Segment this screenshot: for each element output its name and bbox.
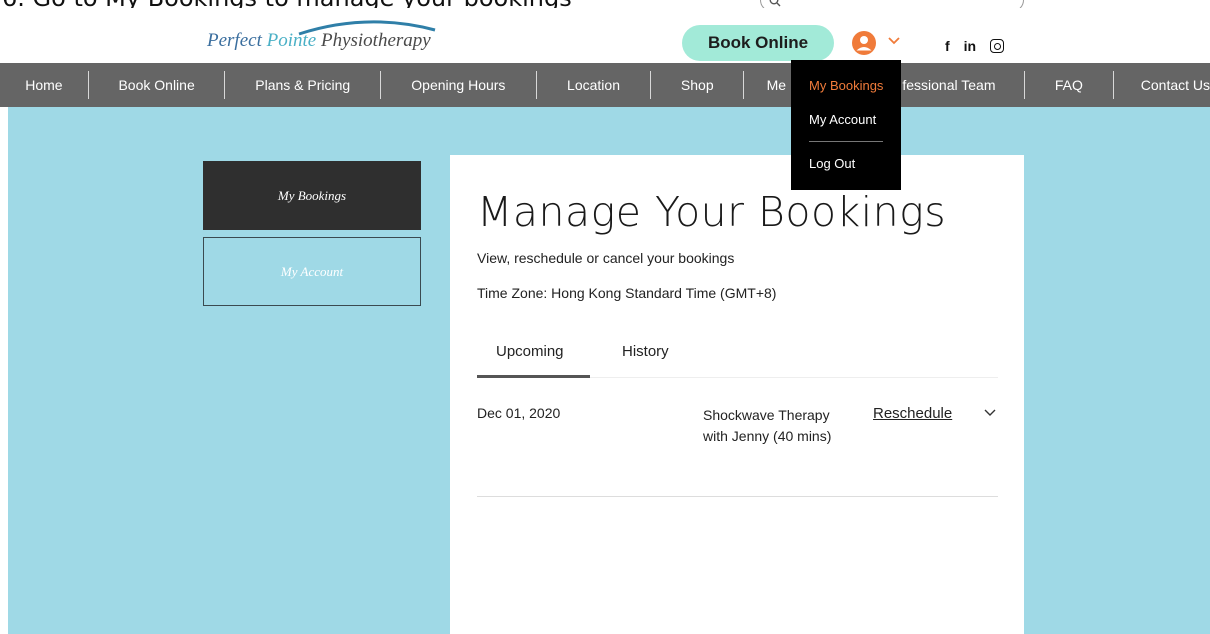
- nav-faq[interactable]: FAQ: [1025, 63, 1114, 107]
- tab-upcoming[interactable]: Upcoming: [496, 343, 564, 360]
- user-avatar-icon: [852, 31, 876, 55]
- active-tab-indicator: [477, 375, 590, 378]
- nav-shop[interactable]: Shop: [651, 63, 743, 107]
- dropdown-log-out[interactable]: Log Out: [809, 156, 855, 171]
- nav-opening-hours[interactable]: Opening Hours: [381, 63, 536, 107]
- nav-home[interactable]: Home: [0, 63, 88, 107]
- linkedin-icon[interactable]: in: [964, 37, 976, 55]
- main-navigation: Home Book Online Plans & Pricing Opening…: [0, 63, 1210, 107]
- instruction-text: 6. Go to My Bookings to manage your book…: [0, 0, 1210, 8]
- instagram-icon[interactable]: [990, 39, 1005, 53]
- dropdown-divider: [809, 141, 883, 142]
- sidebar-my-account[interactable]: My Account: [203, 237, 421, 306]
- nav-contact-us[interactable]: Contact Us: [1114, 63, 1210, 107]
- tab-history[interactable]: History: [622, 343, 669, 360]
- nav-plans-pricing[interactable]: Plans & Pricing: [225, 63, 380, 107]
- page-subtitle: View, reschedule or cancel your bookings: [477, 250, 735, 266]
- nav-meet-team-partial[interactable]: Me: [744, 63, 786, 107]
- account-dropdown-menu: My Bookings My Account Log Out: [791, 60, 901, 190]
- dropdown-my-account[interactable]: My Account: [809, 112, 876, 127]
- site-logo[interactable]: Perfect Pointe Physiotherapy: [207, 16, 445, 56]
- tab-divider: [590, 377, 998, 378]
- reschedule-link[interactable]: Reschedule: [873, 405, 952, 422]
- logo-word-perfect: Perfect: [207, 30, 267, 51]
- chevron-down-icon: [888, 37, 900, 45]
- nav-location[interactable]: Location: [537, 63, 651, 107]
- booking-service: Shockwave Therapy with Jenny (40 mins): [703, 407, 832, 444]
- sidebar-my-bookings[interactable]: My Bookings: [203, 161, 421, 230]
- site-header: Perfect Pointe Physiotherapy Book Online…: [0, 8, 1210, 63]
- timezone-label: Time Zone: Hong Kong Standard Time (GMT+…: [477, 285, 777, 301]
- search-icon: [769, 0, 781, 7]
- booking-date: Dec 01, 2020: [477, 405, 561, 421]
- dropdown-my-bookings[interactable]: My Bookings: [809, 78, 883, 93]
- social-links: f in: [945, 37, 1005, 55]
- logo-word-physiotherapy: Physiotherapy: [320, 30, 431, 51]
- expand-chevron-icon[interactable]: [984, 409, 996, 417]
- book-online-button[interactable]: Book Online: [682, 25, 834, 61]
- nav-book-online[interactable]: Book Online: [89, 63, 225, 107]
- user-account-menu[interactable]: [852, 31, 908, 55]
- logo-word-pointe: Pointe: [266, 30, 321, 51]
- facebook-icon[interactable]: f: [945, 37, 950, 55]
- page-title: Manage Your Bookings: [477, 188, 947, 236]
- booking-row-divider: [477, 496, 998, 497]
- logo-text: Perfect Pointe Physiotherapy: [207, 30, 431, 52]
